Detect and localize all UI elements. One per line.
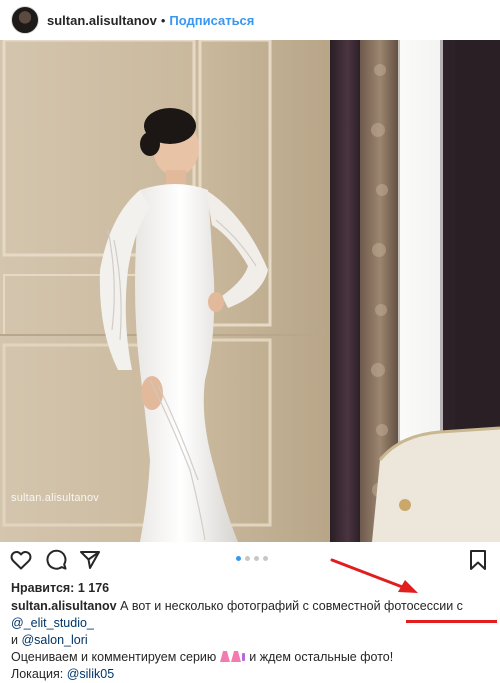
location-label: Локация: [11,667,64,681]
annotation-arrow [330,558,418,593]
mention-silik05[interactable]: @silik05 [67,667,114,681]
annotation-underline [406,620,497,623]
